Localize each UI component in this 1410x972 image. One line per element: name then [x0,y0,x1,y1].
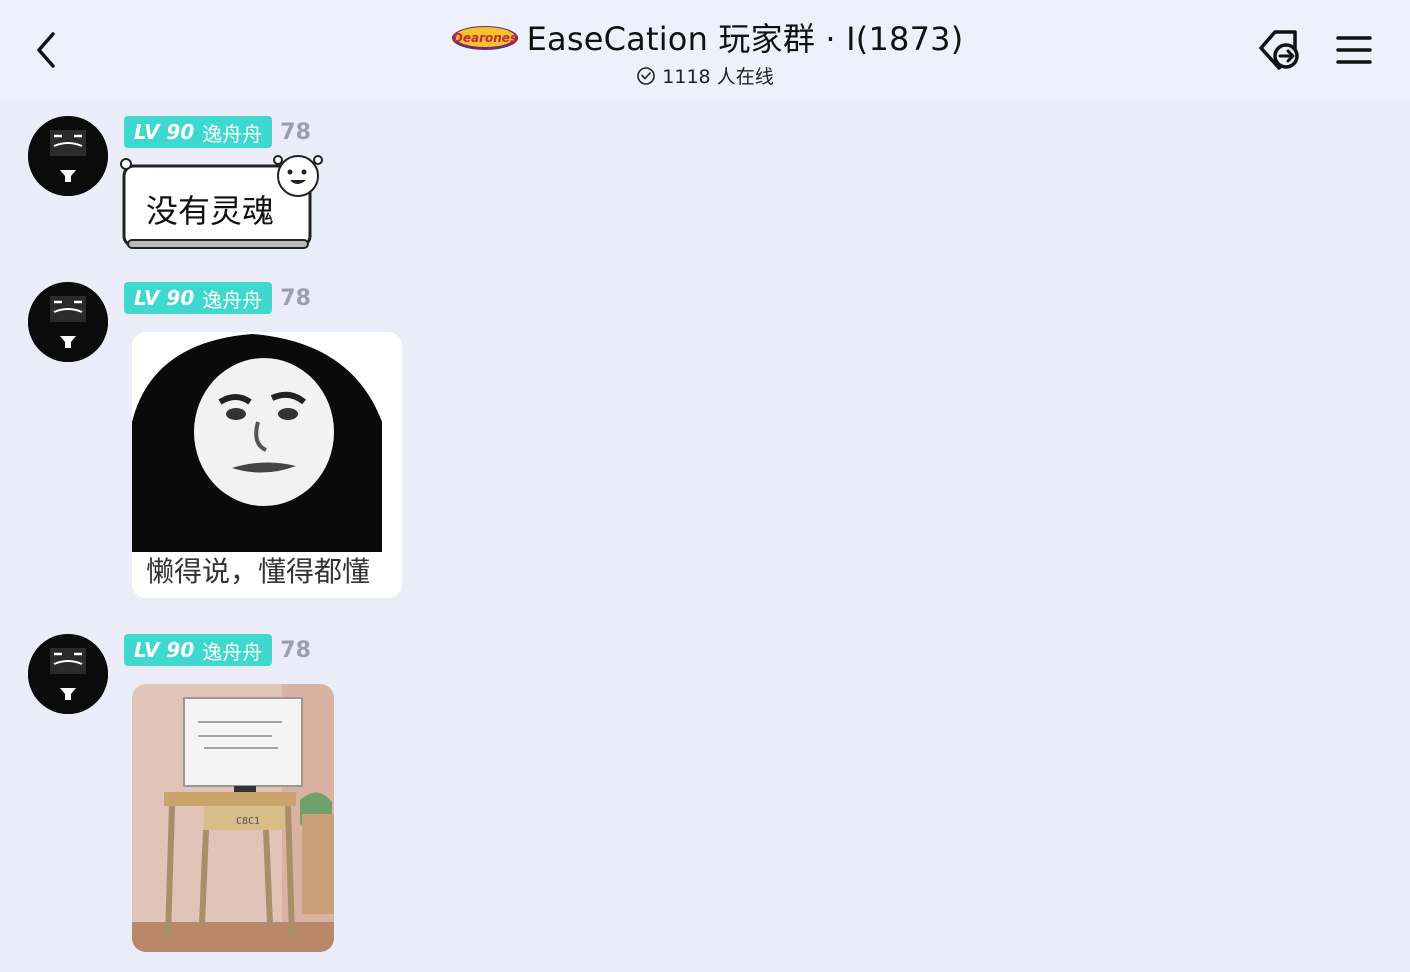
svg-text:Dearones: Dearones [453,31,517,45]
sender-line: LV 90 逸舟舟 78 [124,116,311,148]
share-button[interactable] [1252,24,1308,76]
group-title: EaseCation 玩家群 · I(1873) [526,20,964,58]
check-circle-icon [637,66,656,85]
sticker-message[interactable]: 没有灵魂 [118,152,324,256]
sender-name: 逸舟舟 [202,639,263,664]
level-badge[interactable]: LV 90 逸舟舟 [124,282,273,314]
avatar[interactable] [28,282,108,362]
level-label: LV 90 [134,638,195,662]
tag-share-icon [1259,30,1299,70]
meme-image[interactable]: 懒得说，懂得都懂 [132,332,402,598]
sender-name: 逸舟舟 [202,287,263,312]
sender-line: LV 90 逸舟舟 78 [124,634,311,666]
photo-image[interactable]: C8C1 [132,684,334,952]
group-logo: Dearones [451,26,518,50]
online-status: 1118 人在线 [0,62,1410,89]
photo-picture: C8C1 [132,684,334,952]
avatar-image [28,282,108,362]
avatar-image [28,634,108,714]
level-badge[interactable]: LV 90 逸舟舟 [124,634,273,666]
sender-line: LV 90 逸舟舟 78 [124,282,311,314]
menu-button[interactable] [1326,24,1382,76]
level-label: LV 90 [134,286,195,310]
online-count: 1118 人在线 [662,66,774,88]
sender-name: 逸舟舟 [202,121,263,146]
sender-uid: 78 [280,285,311,311]
chat-header: Dearones EaseCation 玩家群 · I(1873) 1118 人… [0,0,1410,100]
sticker-text: 没有灵魂 [146,192,275,230]
sender-uid: 78 [280,637,311,663]
level-label: LV 90 [134,120,195,144]
meme-caption: 懒得说，懂得都懂 [146,555,371,588]
avatar-image [28,116,108,196]
level-badge[interactable]: LV 90 逸舟舟 [124,116,273,148]
svg-text:C8C1: C8C1 [236,816,260,827]
hamburger-menu-icon [1336,36,1372,64]
avatar[interactable] [28,116,108,196]
sender-uid: 78 [280,119,311,145]
avatar[interactable] [28,634,108,714]
